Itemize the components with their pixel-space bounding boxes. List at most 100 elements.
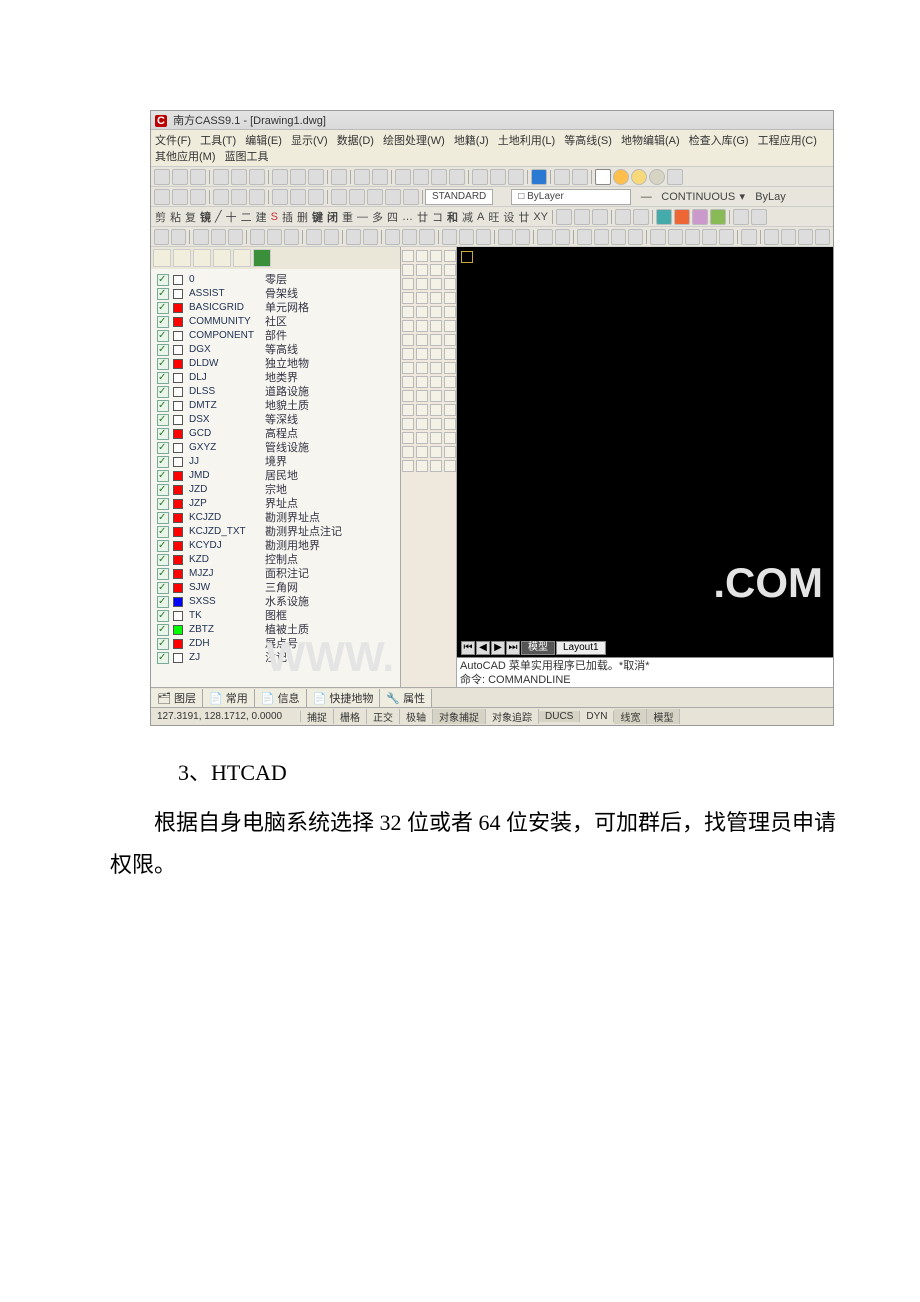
menu-data[interactable]: 数据(D): [337, 135, 374, 147]
pan-icon[interactable]: [395, 169, 411, 185]
t4d-icon[interactable]: [211, 229, 226, 245]
circle3-icon[interactable]: [631, 169, 647, 185]
palette-tool-icon[interactable]: [444, 320, 456, 332]
draw5-icon[interactable]: [231, 189, 247, 205]
col3-icon[interactable]: [692, 209, 708, 225]
menu-file[interactable]: 文件(F): [155, 135, 191, 147]
layer-row[interactable]: KCYDJ勘测用地界: [157, 539, 394, 553]
palette-tool-icon[interactable]: [444, 376, 456, 388]
draw6-icon[interactable]: [249, 189, 265, 205]
layer-row[interactable]: JMD居民地: [157, 469, 394, 483]
palette-tool-icon[interactable]: [402, 432, 414, 444]
menu-engineer[interactable]: 工程应用(C): [758, 135, 817, 147]
dyn-toggle[interactable]: DYN: [580, 711, 614, 722]
t4u-icon[interactable]: [537, 229, 552, 245]
palette-tool-icon[interactable]: [416, 376, 428, 388]
palette-tool-icon[interactable]: [402, 362, 414, 374]
layer-row[interactable]: DLJ地类界: [157, 371, 394, 385]
tab-last-icon[interactable]: ⏭: [506, 641, 520, 655]
t4x-icon[interactable]: [594, 229, 609, 245]
layer-visible-checkbox[interactable]: [157, 498, 169, 510]
palette-tool-icon[interactable]: [402, 264, 414, 276]
t4m-icon[interactable]: [385, 229, 400, 245]
draw12-icon[interactable]: [367, 189, 383, 205]
palette-tool-icon[interactable]: [402, 376, 414, 388]
layer-visible-checkbox[interactable]: [157, 288, 169, 300]
palette-tool-icon[interactable]: [444, 250, 456, 262]
t4ad-icon[interactable]: [702, 229, 717, 245]
t4aj-icon[interactable]: [815, 229, 830, 245]
draw14-icon[interactable]: [403, 189, 419, 205]
palette-tool-icon[interactable]: [444, 306, 456, 318]
bottom-attr[interactable]: 🔧 属性: [380, 689, 432, 707]
palette-tool-icon[interactable]: [430, 376, 442, 388]
layer-visible-checkbox[interactable]: [157, 484, 169, 496]
layer-visible-checkbox[interactable]: [157, 358, 169, 370]
palette-tool-icon[interactable]: [416, 306, 428, 318]
tab-first-icon[interactable]: ⏮: [461, 641, 475, 655]
palette-tool-icon[interactable]: [416, 362, 428, 374]
draw13-icon[interactable]: [385, 189, 401, 205]
palette-tool-icon[interactable]: [430, 390, 442, 402]
col2-icon[interactable]: [674, 209, 690, 225]
palette-tool-icon[interactable]: [416, 432, 428, 444]
menu-edit[interactable]: 编辑(E): [245, 135, 282, 147]
open-icon[interactable]: [172, 169, 188, 185]
layer-visible-checkbox[interactable]: [157, 624, 169, 636]
draw8-icon[interactable]: [290, 189, 306, 205]
props-icon[interactable]: [472, 169, 488, 185]
palette-tool-icon[interactable]: [402, 390, 414, 402]
palette-tool-icon[interactable]: [402, 348, 414, 360]
layer-visible-checkbox[interactable]: [157, 302, 169, 314]
t4af-icon[interactable]: [741, 229, 756, 245]
layer-visible-checkbox[interactable]: [157, 512, 169, 524]
ducs-toggle[interactable]: DUCS: [539, 711, 580, 722]
t4e-icon[interactable]: [228, 229, 243, 245]
layer-row[interactable]: KCJZD勘测界址点: [157, 511, 394, 525]
brush-icon[interactable]: [331, 169, 347, 185]
draw7-icon[interactable]: [272, 189, 288, 205]
palette-tool-icon[interactable]: [402, 446, 414, 458]
t4ab-icon[interactable]: [668, 229, 683, 245]
t4ah-icon[interactable]: [781, 229, 796, 245]
palette-tool-icon[interactable]: [416, 418, 428, 430]
palette-tool-icon[interactable]: [444, 362, 456, 374]
otrack-toggle[interactable]: 对象追踪: [486, 709, 539, 724]
draw3-icon[interactable]: [190, 189, 206, 205]
t4c-icon[interactable]: [193, 229, 208, 245]
palette-tool-icon[interactable]: [430, 446, 442, 458]
draw1-icon[interactable]: [154, 189, 170, 205]
palette-tool-icon[interactable]: [416, 292, 428, 304]
mode1-icon[interactable]: [556, 209, 572, 225]
palette-tool-icon[interactable]: [430, 264, 442, 276]
t4p-icon[interactable]: [442, 229, 457, 245]
t4l-icon[interactable]: [363, 229, 378, 245]
draw2-icon[interactable]: [172, 189, 188, 205]
layer-visible-checkbox[interactable]: [157, 400, 169, 412]
palette-tool-icon[interactable]: [402, 334, 414, 346]
lp-icon-4[interactable]: [213, 249, 231, 267]
palette-tool-icon[interactable]: [402, 418, 414, 430]
palette-tool-icon[interactable]: [444, 348, 456, 360]
undo-icon[interactable]: [354, 169, 370, 185]
palette-tool-icon[interactable]: [402, 460, 414, 472]
layer-visible-checkbox[interactable]: [157, 568, 169, 580]
sheet-icon[interactable]: [508, 169, 524, 185]
redo-icon[interactable]: [372, 169, 388, 185]
bottom-layer[interactable]: 🗂 图层: [151, 689, 203, 707]
layer-row[interactable]: DMTZ地貌土质: [157, 399, 394, 413]
t4ae-icon[interactable]: [719, 229, 734, 245]
publish-icon[interactable]: [249, 169, 265, 185]
command-line[interactable]: AutoCAD 菜单实用程序已加载。*取消* 命令: COMMANDLINE 命…: [457, 657, 833, 687]
t4b-icon[interactable]: [171, 229, 186, 245]
menu-other[interactable]: 其他应用(M): [155, 151, 216, 163]
palette-tool-icon[interactable]: [416, 404, 428, 416]
palette-tool-icon[interactable]: [430, 292, 442, 304]
layer-list[interactable]: 0零层ASSIST骨架线BASICGRID单元网格COMMUNITY社区COMP…: [151, 269, 400, 669]
layer-visible-checkbox[interactable]: [157, 596, 169, 608]
save-icon[interactable]: [190, 169, 206, 185]
polar-toggle[interactable]: 极轴: [400, 709, 433, 724]
palette-tool-icon[interactable]: [402, 320, 414, 332]
layer-dropdown[interactable]: □ ByLayer: [511, 189, 631, 205]
ortho-toggle[interactable]: 正交: [367, 709, 400, 724]
